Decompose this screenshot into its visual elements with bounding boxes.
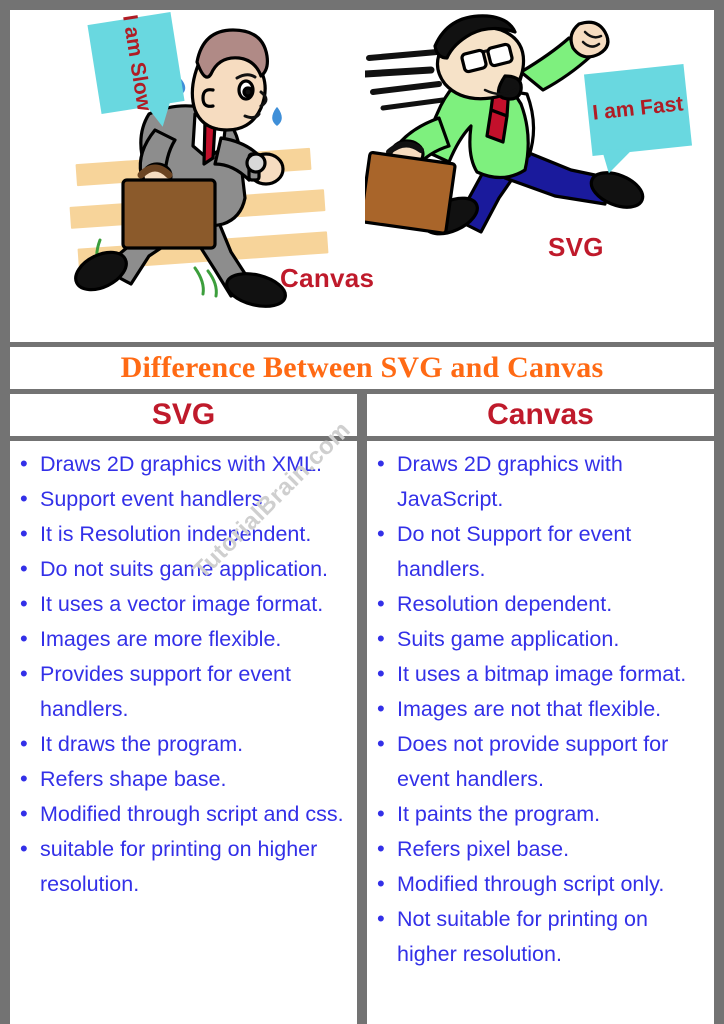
list-item: Provides support for event handlers.	[14, 656, 351, 727]
svg-caption: SVG	[548, 232, 604, 262]
main-title-row: Difference Between SVG and Canvas	[10, 347, 714, 389]
slow-speech-bubble: I am Slow	[87, 11, 185, 115]
list-item: It paints the program.	[371, 796, 708, 832]
list-item: Does not provide support for event handl…	[371, 726, 708, 797]
list-item: Draws 2D graphics with XML.	[14, 446, 351, 482]
list-item: Not suitable for printing on higher reso…	[371, 901, 708, 972]
svg-column-header: SVG	[10, 394, 357, 436]
slow-bubble-text: I am Slow	[117, 13, 156, 113]
comparison-table: SVG Draws 2D graphics with XML. Support …	[10, 394, 714, 1024]
list-item: It is Resolution independent.	[14, 516, 351, 552]
list-item: It uses a bitmap image format.	[371, 656, 708, 692]
list-item: Images are more flexible.	[14, 621, 351, 657]
fast-speech-bubble: I am Fast	[583, 63, 693, 157]
canvas-points-list: Draws 2D graphics with JavaScript. Do no…	[371, 446, 708, 972]
list-item: Refers pixel base.	[371, 831, 708, 867]
page-title: Difference Between SVG and Canvas	[120, 351, 604, 384]
canvas-column-header: Canvas	[367, 394, 714, 436]
list-item: Suits game application.	[371, 621, 708, 657]
list-item: Draws 2D graphics with JavaScript.	[371, 446, 708, 517]
canvas-caption: Canvas	[280, 263, 375, 293]
list-item: Do not suits game application.	[14, 551, 351, 587]
svg-points-list: Draws 2D graphics with XML. Support even…	[14, 446, 351, 902]
list-item: Do not Support for event handlers.	[371, 516, 708, 587]
fast-businessman-illustration	[365, 14, 645, 236]
list-item: suitable for printing on higher resoluti…	[14, 831, 351, 902]
illustration-panel: I am Slow I am Fast Canvas SVG	[10, 10, 714, 342]
svg-column-body: Draws 2D graphics with XML. Support even…	[10, 441, 357, 1024]
list-item: Resolution dependent.	[371, 586, 708, 622]
canvas-column-body: Draws 2D graphics with JavaScript. Do no…	[367, 441, 714, 1024]
svg-header-label: SVG	[151, 398, 216, 431]
list-item: Modified through script only.	[371, 866, 708, 902]
list-item: Support event handlers.	[14, 481, 351, 517]
list-item: It uses a vector image format.	[14, 586, 351, 622]
list-item: It draws the program.	[14, 726, 351, 762]
canvas-header-label: Canvas	[487, 398, 594, 431]
canvas-column: Canvas Draws 2D graphics with JavaScript…	[367, 394, 714, 1024]
list-item: Refers shape base.	[14, 761, 351, 797]
svg-column: SVG Draws 2D graphics with XML. Support …	[10, 394, 357, 1024]
fast-bubble-text: I am Fast	[591, 92, 685, 125]
list-item: Modified through script and css.	[14, 796, 351, 832]
list-item: Images are not that flexible.	[371, 691, 708, 727]
svg-vs-canvas-infographic: I am Slow I am Fast Canvas SVG Differenc…	[0, 0, 724, 1024]
